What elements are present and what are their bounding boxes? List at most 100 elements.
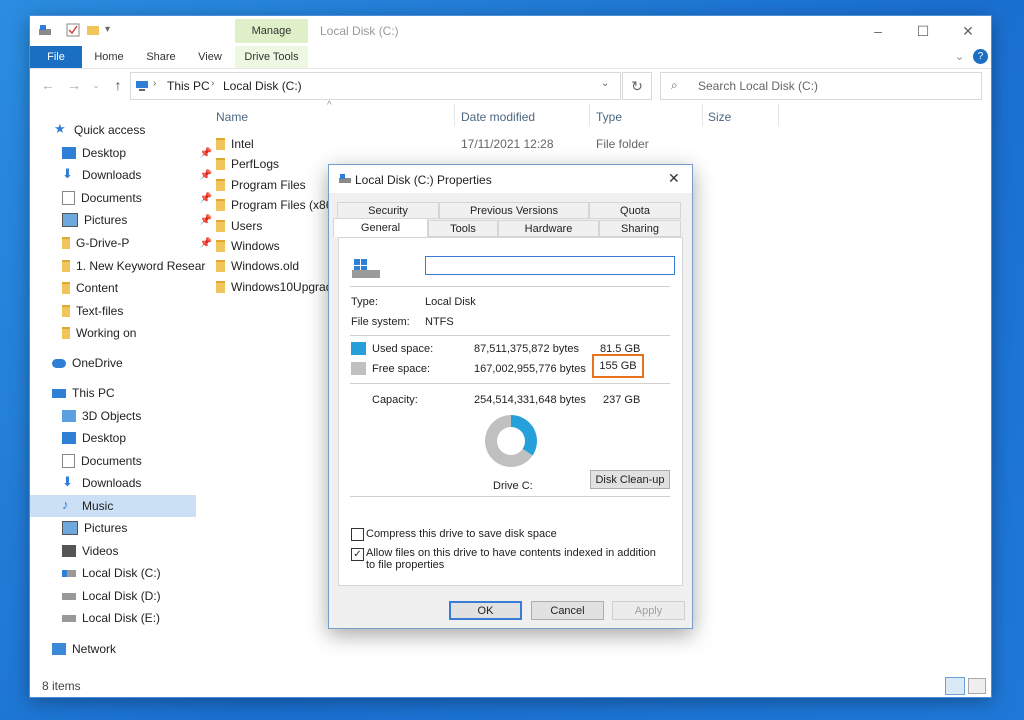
sidebar-item-music[interactable]: ♪ Music — [30, 495, 196, 517]
properties-icon[interactable] — [66, 23, 80, 37]
sidebar-item-working-on[interactable]: Working on — [62, 322, 212, 344]
breadcrumb-this-pc[interactable]: This PC — [167, 79, 210, 93]
folder-icon — [216, 219, 225, 232]
large-icons-view-icon[interactable] — [968, 678, 986, 694]
tab-general[interactable]: General — [333, 218, 428, 237]
computer-icon — [52, 388, 66, 398]
tab-home[interactable]: Home — [88, 46, 130, 68]
sidebar-onedrive[interactable]: OneDrive — [52, 352, 202, 374]
sidebar-item-pc-desktop[interactable]: Desktop — [62, 427, 212, 449]
sidebar-item-3d-objects[interactable]: 3D Objects — [62, 405, 212, 427]
minimize-icon[interactable]: – — [855, 19, 901, 43]
breadcrumb-local-disk[interactable]: Local Disk (C:) — [223, 79, 302, 93]
general-panel: Type: Local Disk File system: NTFS Used … — [338, 237, 683, 586]
compress-label: Compress this drive to save disk space — [366, 528, 557, 540]
folder-icon — [216, 199, 225, 212]
sidebar-item-local-disk-e[interactable]: Local Disk (E:) — [62, 607, 212, 629]
drive-name-input[interactable] — [425, 256, 675, 275]
sidebar-item-pictures[interactable]: Pictures 📌 — [62, 209, 212, 231]
apply-button[interactable]: Apply — [612, 601, 685, 620]
sidebar-item-pc-pictures[interactable]: Pictures — [62, 517, 212, 539]
sidebar-item-keyword-research[interactable]: 1. New Keyword Resear — [62, 255, 232, 277]
sidebar-item-videos[interactable]: Videos — [62, 540, 212, 562]
type-value: Local Disk — [425, 296, 476, 308]
network-icon — [52, 643, 66, 655]
file-name: Windows — [231, 239, 280, 253]
compress-checkbox[interactable] — [351, 528, 364, 541]
tab-file[interactable]: File — [30, 46, 82, 68]
file-name: Windows.old — [231, 259, 300, 274]
window-title: Local Disk (C:) — [320, 24, 399, 38]
used-space-label: Used space: — [372, 343, 434, 355]
folder-icon — [216, 138, 225, 150]
folder-icon — [62, 282, 70, 294]
sidebar-item-documents[interactable]: Documents 📌 — [62, 187, 212, 209]
ribbon-tabs: File Home Share View Drive Tools ⌄ ? — [30, 46, 991, 69]
sort-icon: ^ — [327, 100, 332, 111]
free-space-label: Free space: — [372, 363, 431, 375]
disk-cleanup-button[interactable]: Disk Clean-up — [590, 470, 670, 489]
sidebar-this-pc[interactable]: This PC — [52, 382, 202, 404]
sidebar-item-downloads[interactable]: ⬇ Downloads 📌 — [62, 164, 212, 186]
help-icon[interactable]: ? — [973, 49, 988, 64]
column-name[interactable]: Name — [216, 110, 248, 124]
free-space-highlight: 155 GB — [592, 354, 644, 378]
tab-quota[interactable]: Quota — [589, 202, 681, 219]
file-name: Intel — [231, 137, 254, 151]
address-bar[interactable]: › This PC › Local Disk (C:) ⌄ — [130, 72, 621, 100]
recent-locations-icon[interactable]: ⌄ — [86, 76, 106, 94]
navigation-pane: ★ Quick access Desktop 📌 ⬇ Downloads 📌 Docum… — [30, 116, 212, 676]
film-icon — [62, 545, 76, 557]
sidebar-quick-access[interactable]: ★ Quick access — [54, 119, 204, 141]
properties-dialog: Local Disk (C:) Properties ✕ Security Pr… — [328, 164, 693, 629]
download-icon: ⬇ — [62, 166, 73, 181]
manage-tab[interactable]: Manage — [235, 19, 308, 43]
pictures-icon — [62, 521, 78, 535]
search-input[interactable]: ⌕ Search Local Disk (C:) — [660, 72, 982, 100]
column-date-modified[interactable]: Date modified — [461, 110, 535, 124]
tab-view[interactable]: View — [190, 46, 230, 68]
folder-icon — [62, 327, 70, 339]
used-space-bytes: 87,511,375,872 bytes — [474, 343, 579, 355]
tab-hardware[interactable]: Hardware — [498, 220, 599, 237]
folder-icon — [216, 280, 225, 293]
tab-drive-tools[interactable]: Drive Tools — [235, 46, 308, 68]
dialog-close-icon[interactable]: ✕ — [668, 170, 680, 187]
index-checkbox[interactable]: ✓ — [351, 548, 364, 561]
capacity-gb: 237 GB — [603, 394, 641, 406]
details-view-icon[interactable] — [945, 677, 965, 695]
maximize-icon[interactable]: ☐ — [900, 19, 946, 43]
address-dropdown-icon[interactable]: ⌄ — [601, 78, 609, 89]
tab-tools[interactable]: Tools — [428, 220, 498, 237]
sidebar-item-text-files[interactable]: Text-files — [62, 300, 212, 322]
refresh-button[interactable]: ↻ — [622, 72, 652, 100]
ok-button[interactable]: OK — [449, 601, 522, 620]
sidebar-item-pc-documents[interactable]: Documents — [62, 450, 212, 472]
tab-sharing[interactable]: Sharing — [599, 220, 681, 237]
file-system-label: File system: — [351, 316, 410, 328]
column-size[interactable]: Size — [708, 110, 731, 124]
this-pc-icon — [135, 79, 149, 94]
tab-security[interactable]: Security — [337, 202, 439, 219]
up-icon[interactable]: ↑ — [108, 76, 128, 94]
close-icon[interactable]: ✕ — [945, 19, 991, 43]
customize-qat-icon[interactable]: ▾ — [105, 24, 110, 35]
sidebar-item-content[interactable]: Content — [62, 277, 212, 299]
folder-icon — [216, 158, 225, 171]
table-row[interactable]: Intel 17/11/2021 12:28 File folder — [216, 134, 991, 154]
expand-ribbon-icon[interactable]: ⌄ — [955, 50, 964, 63]
sidebar-item-local-disk-d[interactable]: Local Disk (D:) — [62, 585, 212, 607]
new-folder-icon[interactable] — [86, 23, 100, 37]
sidebar-item-desktop[interactable]: Desktop 📌 — [62, 142, 212, 164]
column-type[interactable]: Type — [596, 110, 622, 124]
forward-icon[interactable]: → — [64, 76, 84, 94]
sidebar-item-pc-downloads[interactable]: ⬇ Downloads — [62, 472, 212, 494]
back-icon[interactable]: ← — [38, 76, 58, 94]
pin-icon: 📌 — [199, 237, 212, 249]
sidebar-network[interactable]: Network — [52, 638, 202, 660]
sidebar-item-g-drive[interactable]: G-Drive-P 📌 — [62, 232, 212, 254]
tab-previous-versions[interactable]: Previous Versions — [439, 202, 589, 219]
tab-share[interactable]: Share — [140, 46, 182, 68]
cancel-button[interactable]: Cancel — [531, 601, 604, 620]
sidebar-item-local-disk-c[interactable]: Local Disk (C:) — [62, 562, 212, 584]
